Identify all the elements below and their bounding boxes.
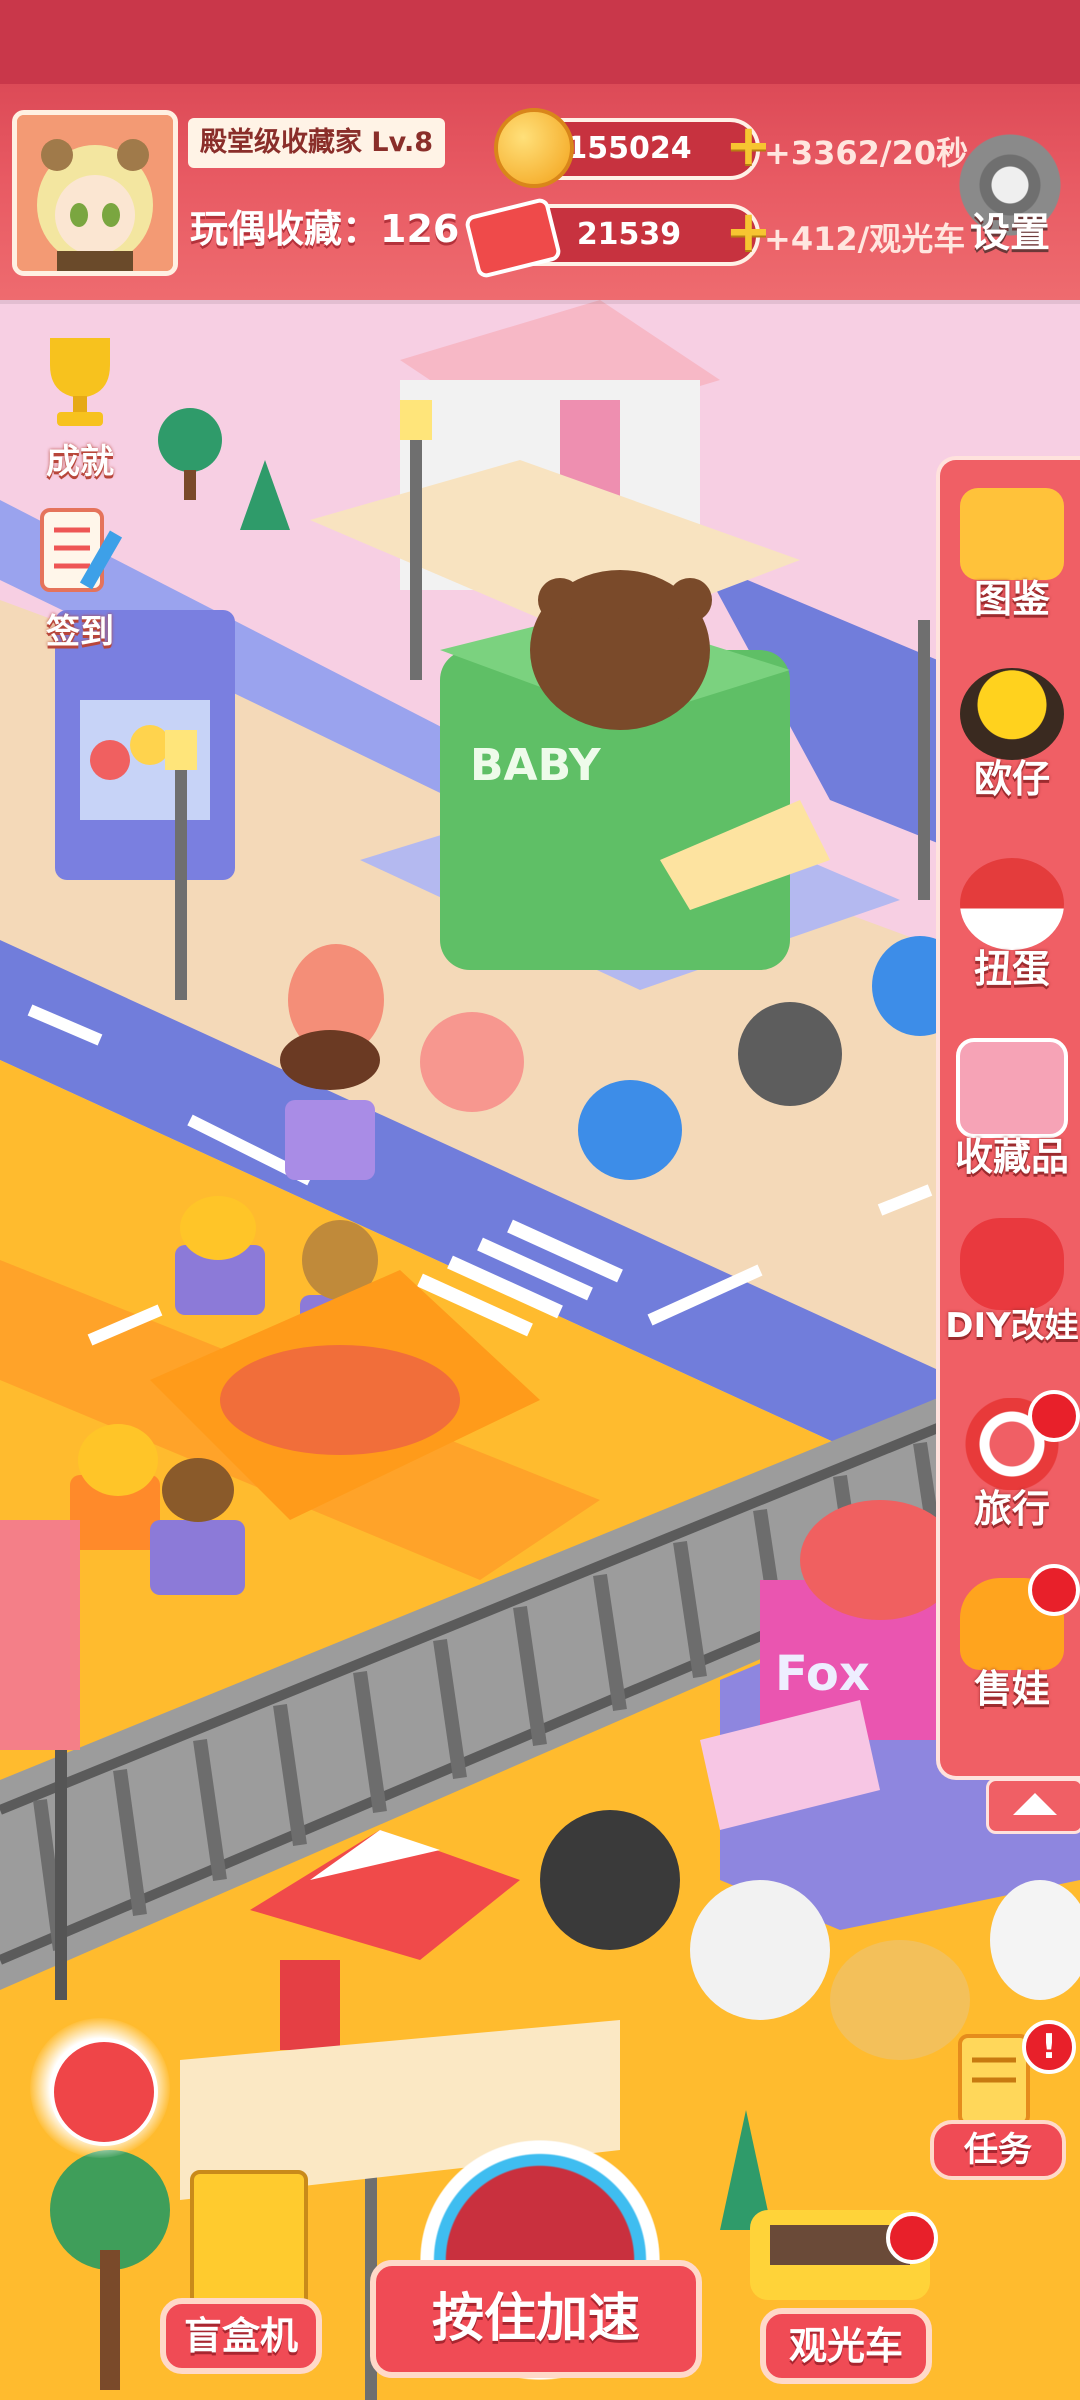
game-world-map[interactable]: BABY Fox (0, 0, 1080, 2400)
doll-collection-count: 玩偶收藏：126 (190, 198, 459, 253)
blind-box-label: 盲盒机 (160, 2298, 322, 2374)
egg-character-icon (960, 668, 1064, 760)
coin-icon (494, 108, 574, 188)
speed-up-label: 按住加速 (370, 2260, 702, 2378)
top-hud: 殿堂级收藏家 Lv.8 玩偶收藏：126 155024 + +3362/20秒 … (0, 0, 1080, 300)
checkin-button[interactable]: 签到 (20, 500, 140, 653)
speed-up-button[interactable]: 按住加速 (370, 2140, 710, 2390)
task-button[interactable]: ! 任务 (930, 2020, 1076, 2180)
menu-item-collectibles[interactable]: 收藏品 (940, 1030, 1080, 1190)
achievement-label: 成就 (46, 442, 114, 482)
menu-item-diy[interactable]: DIY改娃 (940, 1210, 1080, 1370)
menu-item-sell-doll[interactable]: 售娃 (940, 1564, 1080, 1730)
right-side-menu: 图鉴 欧仔 扭蛋 收藏品 DIY改娃 旅行 售娃 (936, 456, 1080, 1780)
floating-ticket-reward[interactable] (30, 2018, 170, 2158)
gamepad-icon (960, 1218, 1064, 1310)
hud-top-band (0, 0, 1080, 84)
menu-item-travel[interactable]: 旅行 (940, 1390, 1080, 1550)
menu-item-gacha[interactable]: 扭蛋 (940, 850, 1080, 1010)
player-avatar[interactable] (12, 110, 178, 276)
trophy-icon (50, 338, 110, 426)
settings-button[interactable]: 设置 (950, 130, 1070, 280)
blind-box-button[interactable]: 盲盒机 (160, 2170, 330, 2380)
chevron-up-icon (1013, 1793, 1057, 1815)
coin-income-rate: +3362/20秒 (764, 134, 969, 172)
settings-label: 设置 (970, 210, 1050, 256)
collection-label: 玩偶收藏： (190, 207, 381, 251)
collection-count-value: 126 (380, 207, 460, 251)
ticket-icon (463, 196, 563, 280)
ticket-income-rate: +412/观光车 (764, 220, 966, 258)
clipboard-pencil-icon (40, 508, 123, 592)
folder-icon (960, 488, 1064, 580)
achievement-button[interactable]: 成就 (20, 330, 140, 483)
add-tickets-button[interactable]: + (725, 204, 772, 260)
baby-shop-sign: BABY (470, 740, 602, 791)
collection-box-icon (956, 1038, 1068, 1138)
menu-item-ouzai[interactable]: 欧仔 (940, 660, 1080, 820)
ticket-reward-icon (50, 2038, 158, 2146)
menu-item-label: 欧仔 (973, 757, 1050, 801)
player-rank-label: 殿堂级收藏家 Lv.8 (188, 118, 446, 168)
task-label: 任务 (930, 2120, 1066, 2180)
fox-shop-sign: Fox (775, 1646, 870, 1702)
notification-badge (1028, 1564, 1080, 1616)
menu-item-label: 图鉴 (973, 577, 1050, 621)
checkin-label: 签到 (46, 612, 114, 652)
avatar-portrait-icon (17, 115, 173, 271)
notification-badge (886, 2212, 938, 2264)
menu-item-encyclopedia[interactable]: 图鉴 (940, 480, 1080, 640)
capsule-icon (960, 858, 1064, 950)
menu-item-label: 扭蛋 (973, 947, 1050, 991)
add-coins-button[interactable]: + (725, 118, 772, 174)
menu-item-label: DIY改娃 (945, 1306, 1079, 1346)
collapse-menu-button[interactable] (986, 1778, 1080, 1834)
menu-item-label: 收藏品 (954, 1135, 1069, 1179)
menu-item-label: 售娃 (973, 1667, 1050, 1711)
tour-bus-button[interactable]: 观光车 (750, 2200, 940, 2390)
menu-item-label: 旅行 (973, 1487, 1050, 1531)
task-alert-badge: ! (1022, 2020, 1076, 2074)
notification-badge (1028, 1390, 1080, 1442)
tour-bus-label: 观光车 (760, 2308, 932, 2384)
